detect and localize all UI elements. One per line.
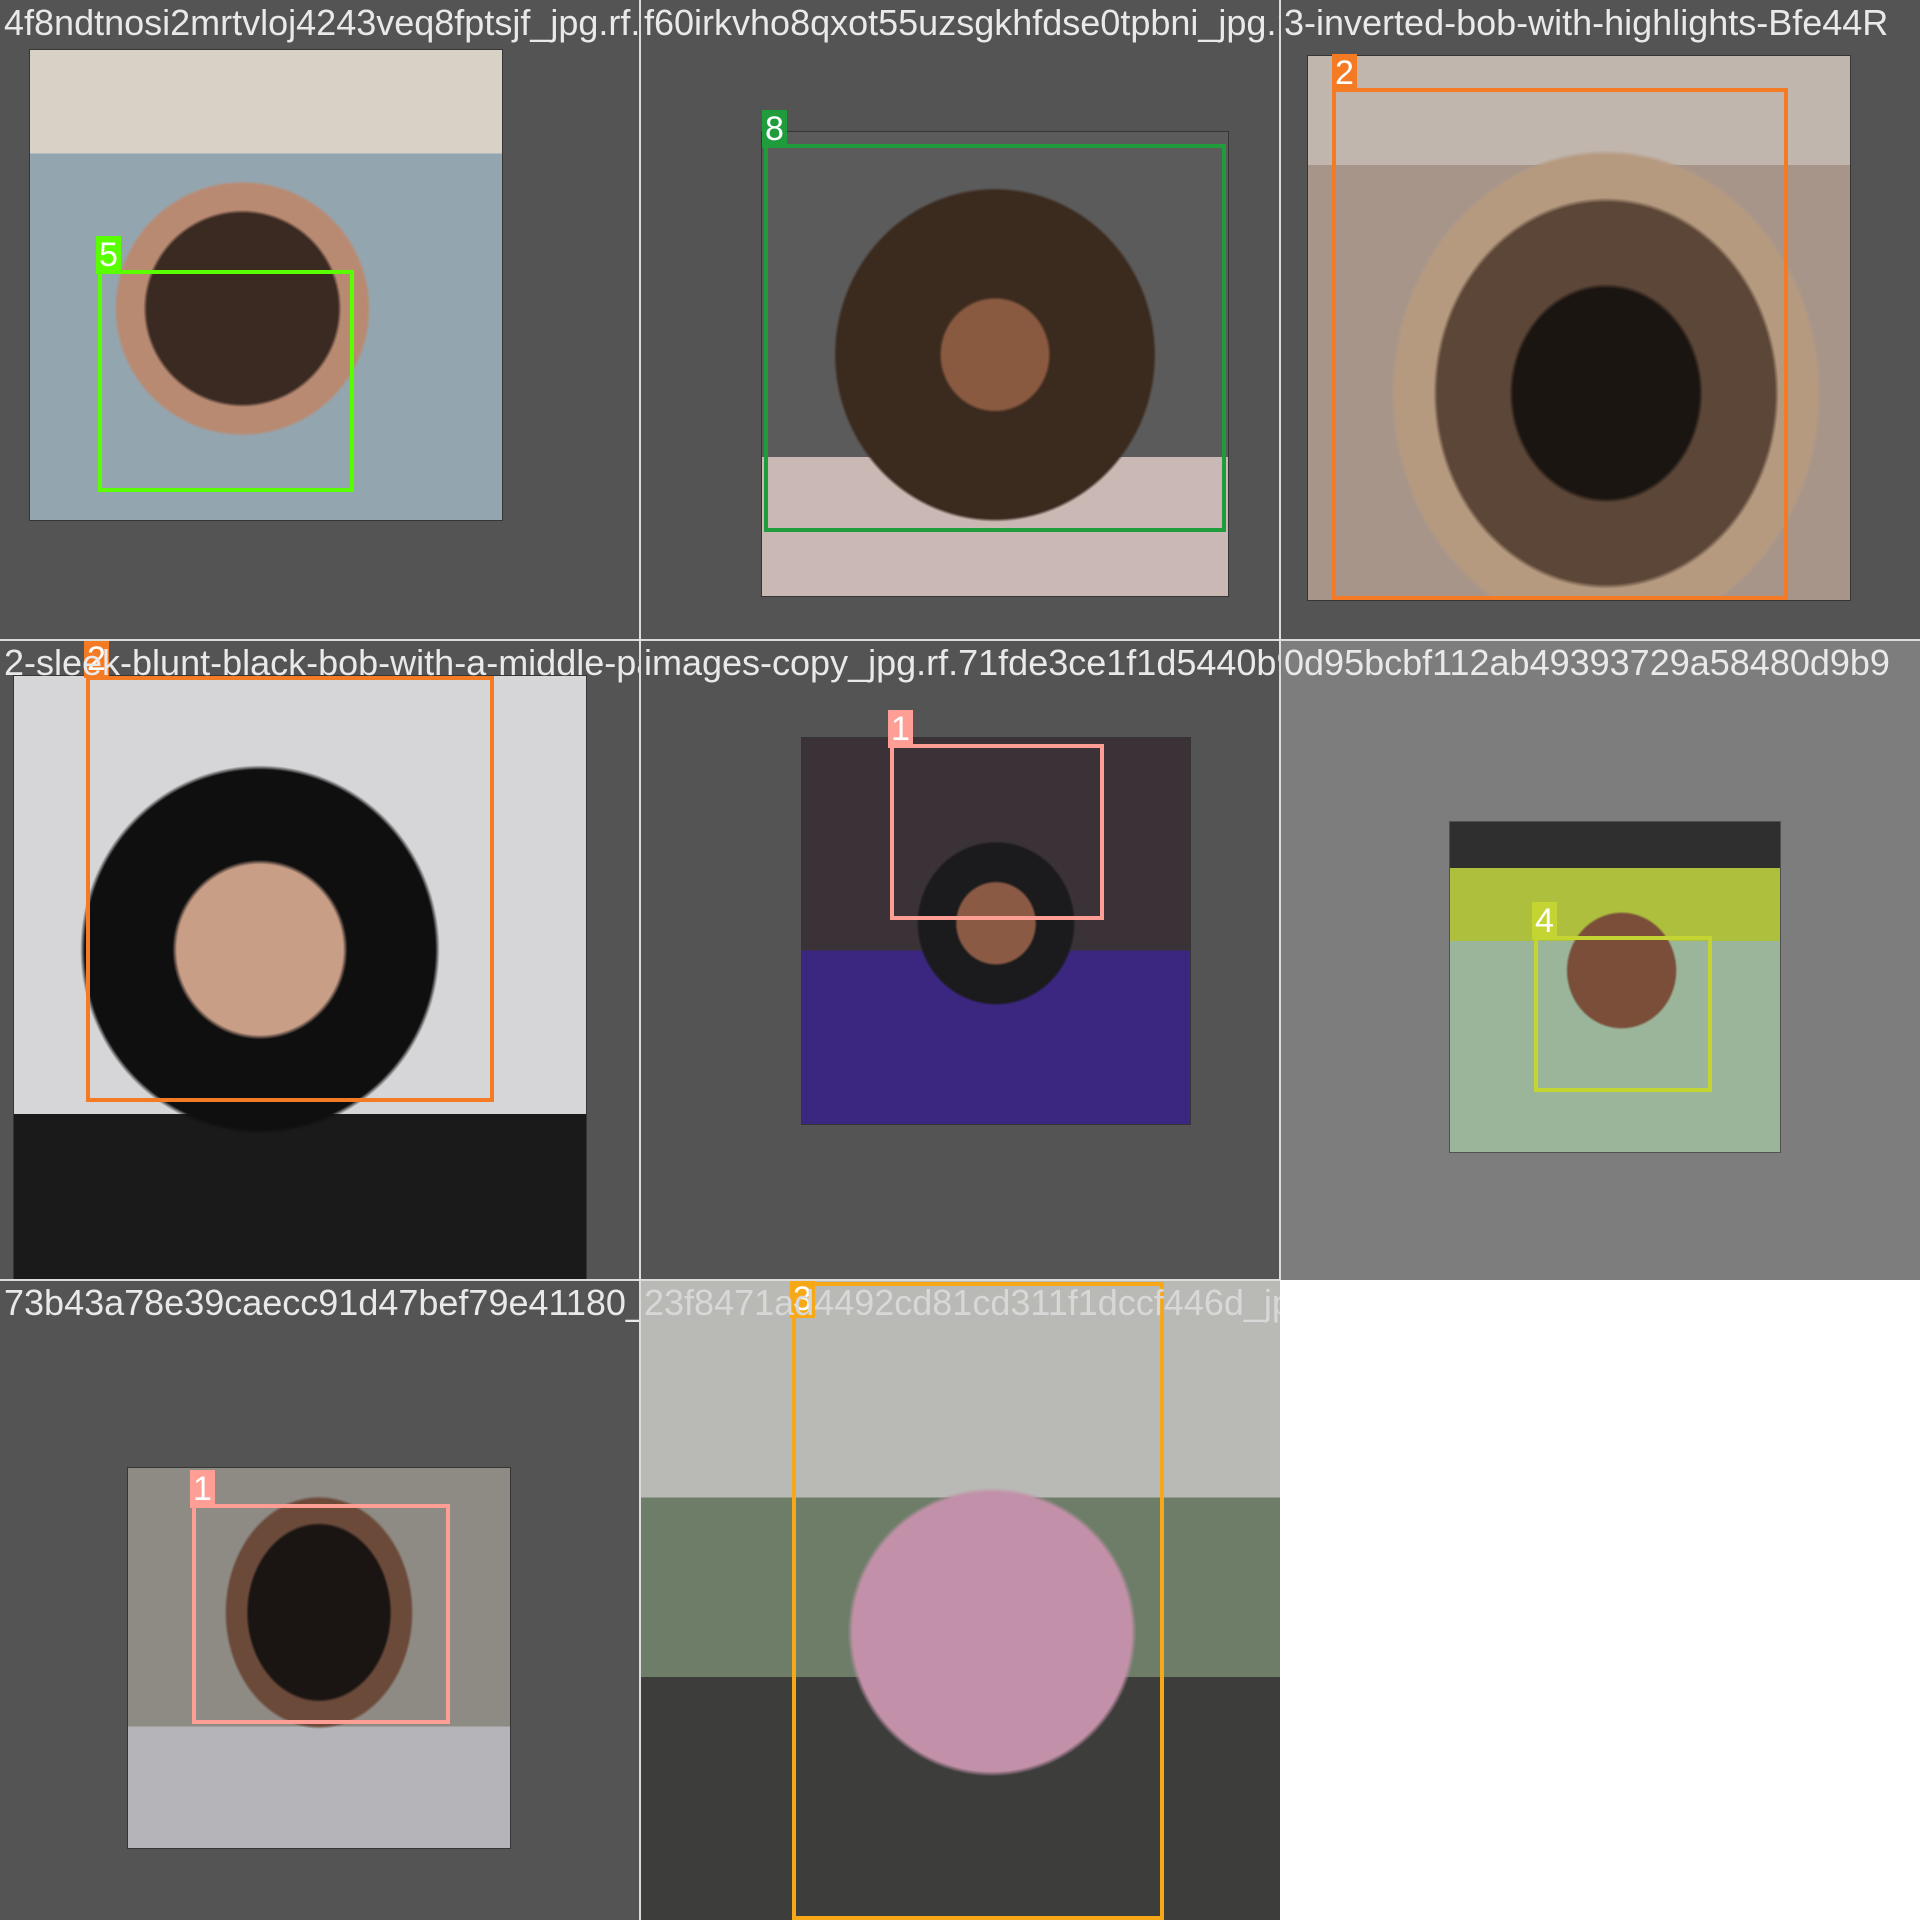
tile-8: 23f8471ad4492cd81cd311f1dccf446d_jpg.rf.… [640, 1280, 1280, 1920]
tile-7: 73b43a78e39caecc91d47bef79e41180_jpg 1 [0, 1280, 640, 1920]
detection-box [98, 270, 354, 492]
empty-tile [1280, 1280, 1920, 1920]
class-label: 4 [1532, 902, 1557, 940]
class-label: 2 [1332, 54, 1357, 92]
grid-divider [0, 1279, 1280, 1281]
tile-2: f60irkvho8qxot55uzsgkhfdse0tpbni_jpg.rf.… [640, 0, 1280, 640]
class-label: 1 [190, 1470, 215, 1508]
tile-3: 3-inverted-bob-with-highlights-Bfe44R 2 [1280, 0, 1920, 640]
detection-box [86, 676, 494, 1102]
tile-caption: images-copy_jpg.rf.71fde3ce1f1d5440b98c [644, 642, 1280, 683]
detection-box [192, 1504, 450, 1724]
detection-box [890, 744, 1104, 920]
detection-box [764, 144, 1226, 532]
tile-caption: 4f8ndtnosi2mrtvloj4243veq8fptsjf_jpg.rf. [4, 2, 640, 43]
prediction-mosaic: 4f8ndtnosi2mrtvloj4243veq8fptsjf_jpg.rf.… [0, 0, 1920, 1920]
detection-box [1534, 936, 1712, 1092]
class-label: 2 [84, 640, 109, 678]
tile-caption: 73b43a78e39caecc91d47bef79e41180_jpg [4, 1282, 640, 1323]
class-label: 3 [790, 1280, 815, 1318]
class-label: 8 [762, 110, 787, 148]
class-label: 5 [96, 236, 121, 274]
tile-5: images-copy_jpg.rf.71fde3ce1f1d5440b98c … [640, 640, 1280, 1280]
tile-caption: 3-inverted-bob-with-highlights-Bfe44R [1284, 2, 1889, 43]
tile-caption: f60irkvho8qxot55uzsgkhfdse0tpbni_jpg.rf. [644, 2, 1280, 43]
grid-divider [639, 0, 641, 1920]
class-label: 1 [888, 710, 913, 748]
tile-caption: 0d95bcbf112ab49393729a58480d9b9 [1284, 642, 1890, 683]
tile-6: 0d95bcbf112ab49393729a58480d9b9 4 [1280, 640, 1920, 1280]
tile-1: 4f8ndtnosi2mrtvloj4243veq8fptsjf_jpg.rf.… [0, 0, 640, 640]
detection-box [792, 1282, 1164, 1920]
grid-divider [0, 639, 1920, 641]
detection-box [1332, 88, 1788, 600]
tile-4: 2-sleek-blunt-black-bob-with-a-middle-pa… [0, 640, 640, 1280]
